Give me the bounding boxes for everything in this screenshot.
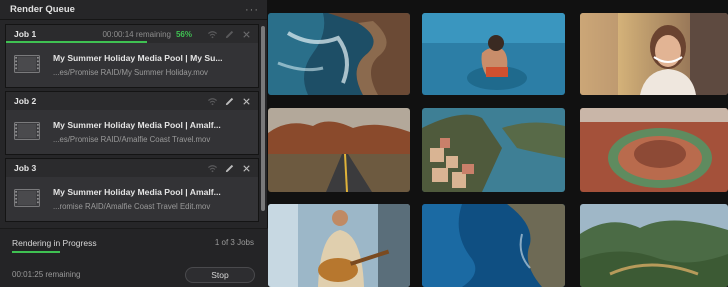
remote-render-icon[interactable]: [206, 162, 218, 174]
close-icon[interactable]: [240, 95, 252, 107]
job-remaining: 00:00:14 remaining: [102, 29, 171, 39]
overall-progress-bar: [12, 251, 60, 253]
job-body: My Summer Holiday Media Pool | My Su... …: [6, 43, 258, 87]
panel-header: Render Queue ···: [0, 0, 267, 20]
job-body: My Summer Holiday Media Pool | Amalf... …: [6, 177, 258, 221]
job-file-path: ...es/Promise RAID/My Summer Holiday.mov: [53, 68, 208, 77]
thumbnail-island-aerial[interactable]: [422, 204, 565, 287]
job-list-scrollbar[interactable]: [261, 26, 265, 211]
clip-icon: [14, 189, 53, 209]
job-percent: 56%: [175, 29, 192, 39]
job-count: 1 of 3 Jobs: [214, 238, 254, 247]
job-header: Job 1 00:00:14 remaining 56%: [6, 25, 258, 43]
job-file-path: ...romise RAID/Amalfie Coast Travel Edit…: [53, 202, 211, 211]
job-header: Job 2: [6, 92, 258, 110]
job-clip-name: My Summer Holiday Media Pool | Amalf...: [53, 187, 221, 197]
job-item[interactable]: Job 1 00:00:14 remaining 56% My Summer H…: [5, 24, 259, 88]
render-status: Rendering in Progress: [12, 238, 97, 248]
job-name: Job 2: [14, 96, 37, 106]
job-name: Job 3: [14, 163, 37, 173]
more-options-icon[interactable]: ···: [245, 4, 259, 16]
job-header: Job 3: [6, 159, 258, 177]
remote-render-icon[interactable]: [206, 95, 218, 107]
thumbnail-amalfi-town[interactable]: [422, 108, 565, 192]
job-item[interactable]: Job 3 My Summer Holiday Media Pool | Ama…: [5, 158, 259, 222]
job-info: My Summer Holiday Media Pool | Amalf... …: [53, 120, 225, 144]
job-clip-name: My Summer Holiday Media Pool | Amalf...: [53, 120, 221, 130]
edit-icon[interactable]: [223, 95, 235, 107]
media-thumbnail-grid: [268, 0, 728, 287]
thumbnail-mountain-valley[interactable]: [580, 204, 728, 287]
job-name: Job 1: [14, 29, 37, 39]
thumbnail-woman-swimming[interactable]: [422, 13, 565, 95]
thumbnail-desert-road[interactable]: [268, 108, 410, 192]
clip-icon: [14, 55, 53, 75]
job-info: My Summer Holiday Media Pool | Amalf... …: [53, 187, 225, 211]
edit-icon[interactable]: [223, 28, 235, 40]
render-footer: Rendering in Progress 1 of 3 Jobs 00:01:…: [0, 228, 268, 287]
panel-title: Render Queue: [10, 4, 75, 15]
job-body: My Summer Holiday Media Pool | Amalf... …: [6, 110, 258, 154]
edit-icon[interactable]: [223, 162, 235, 174]
thumbnail-canyon-river[interactable]: [580, 108, 728, 192]
job-list: Job 1 00:00:14 remaining 56% My Summer H…: [5, 24, 259, 225]
total-remaining: 00:01:25 remaining: [12, 270, 81, 279]
thumbnail-man-with-guitar[interactable]: [268, 204, 410, 287]
remote-render-icon[interactable]: [206, 28, 218, 40]
job-file-path: ...es/Promise RAID/Amalfie Coast Travel.…: [53, 135, 211, 144]
render-queue-panel: Render Queue ··· Job 1 00:00:14 remainin…: [0, 0, 268, 287]
thumbnail-coastal-rocks[interactable]: [268, 13, 410, 95]
stop-button[interactable]: Stop: [185, 267, 255, 283]
job-clip-name: My Summer Holiday Media Pool | My Su...: [53, 53, 223, 63]
close-icon[interactable]: [240, 162, 252, 174]
job-item[interactable]: Job 2 My Summer Holiday Media Pool | Ama…: [5, 91, 259, 155]
close-icon[interactable]: [240, 28, 252, 40]
clip-icon: [14, 122, 53, 142]
job-progress-bar: [6, 41, 148, 43]
thumbnail-woman-selfie[interactable]: [580, 13, 728, 95]
job-info: My Summer Holiday Media Pool | My Su... …: [53, 53, 225, 77]
